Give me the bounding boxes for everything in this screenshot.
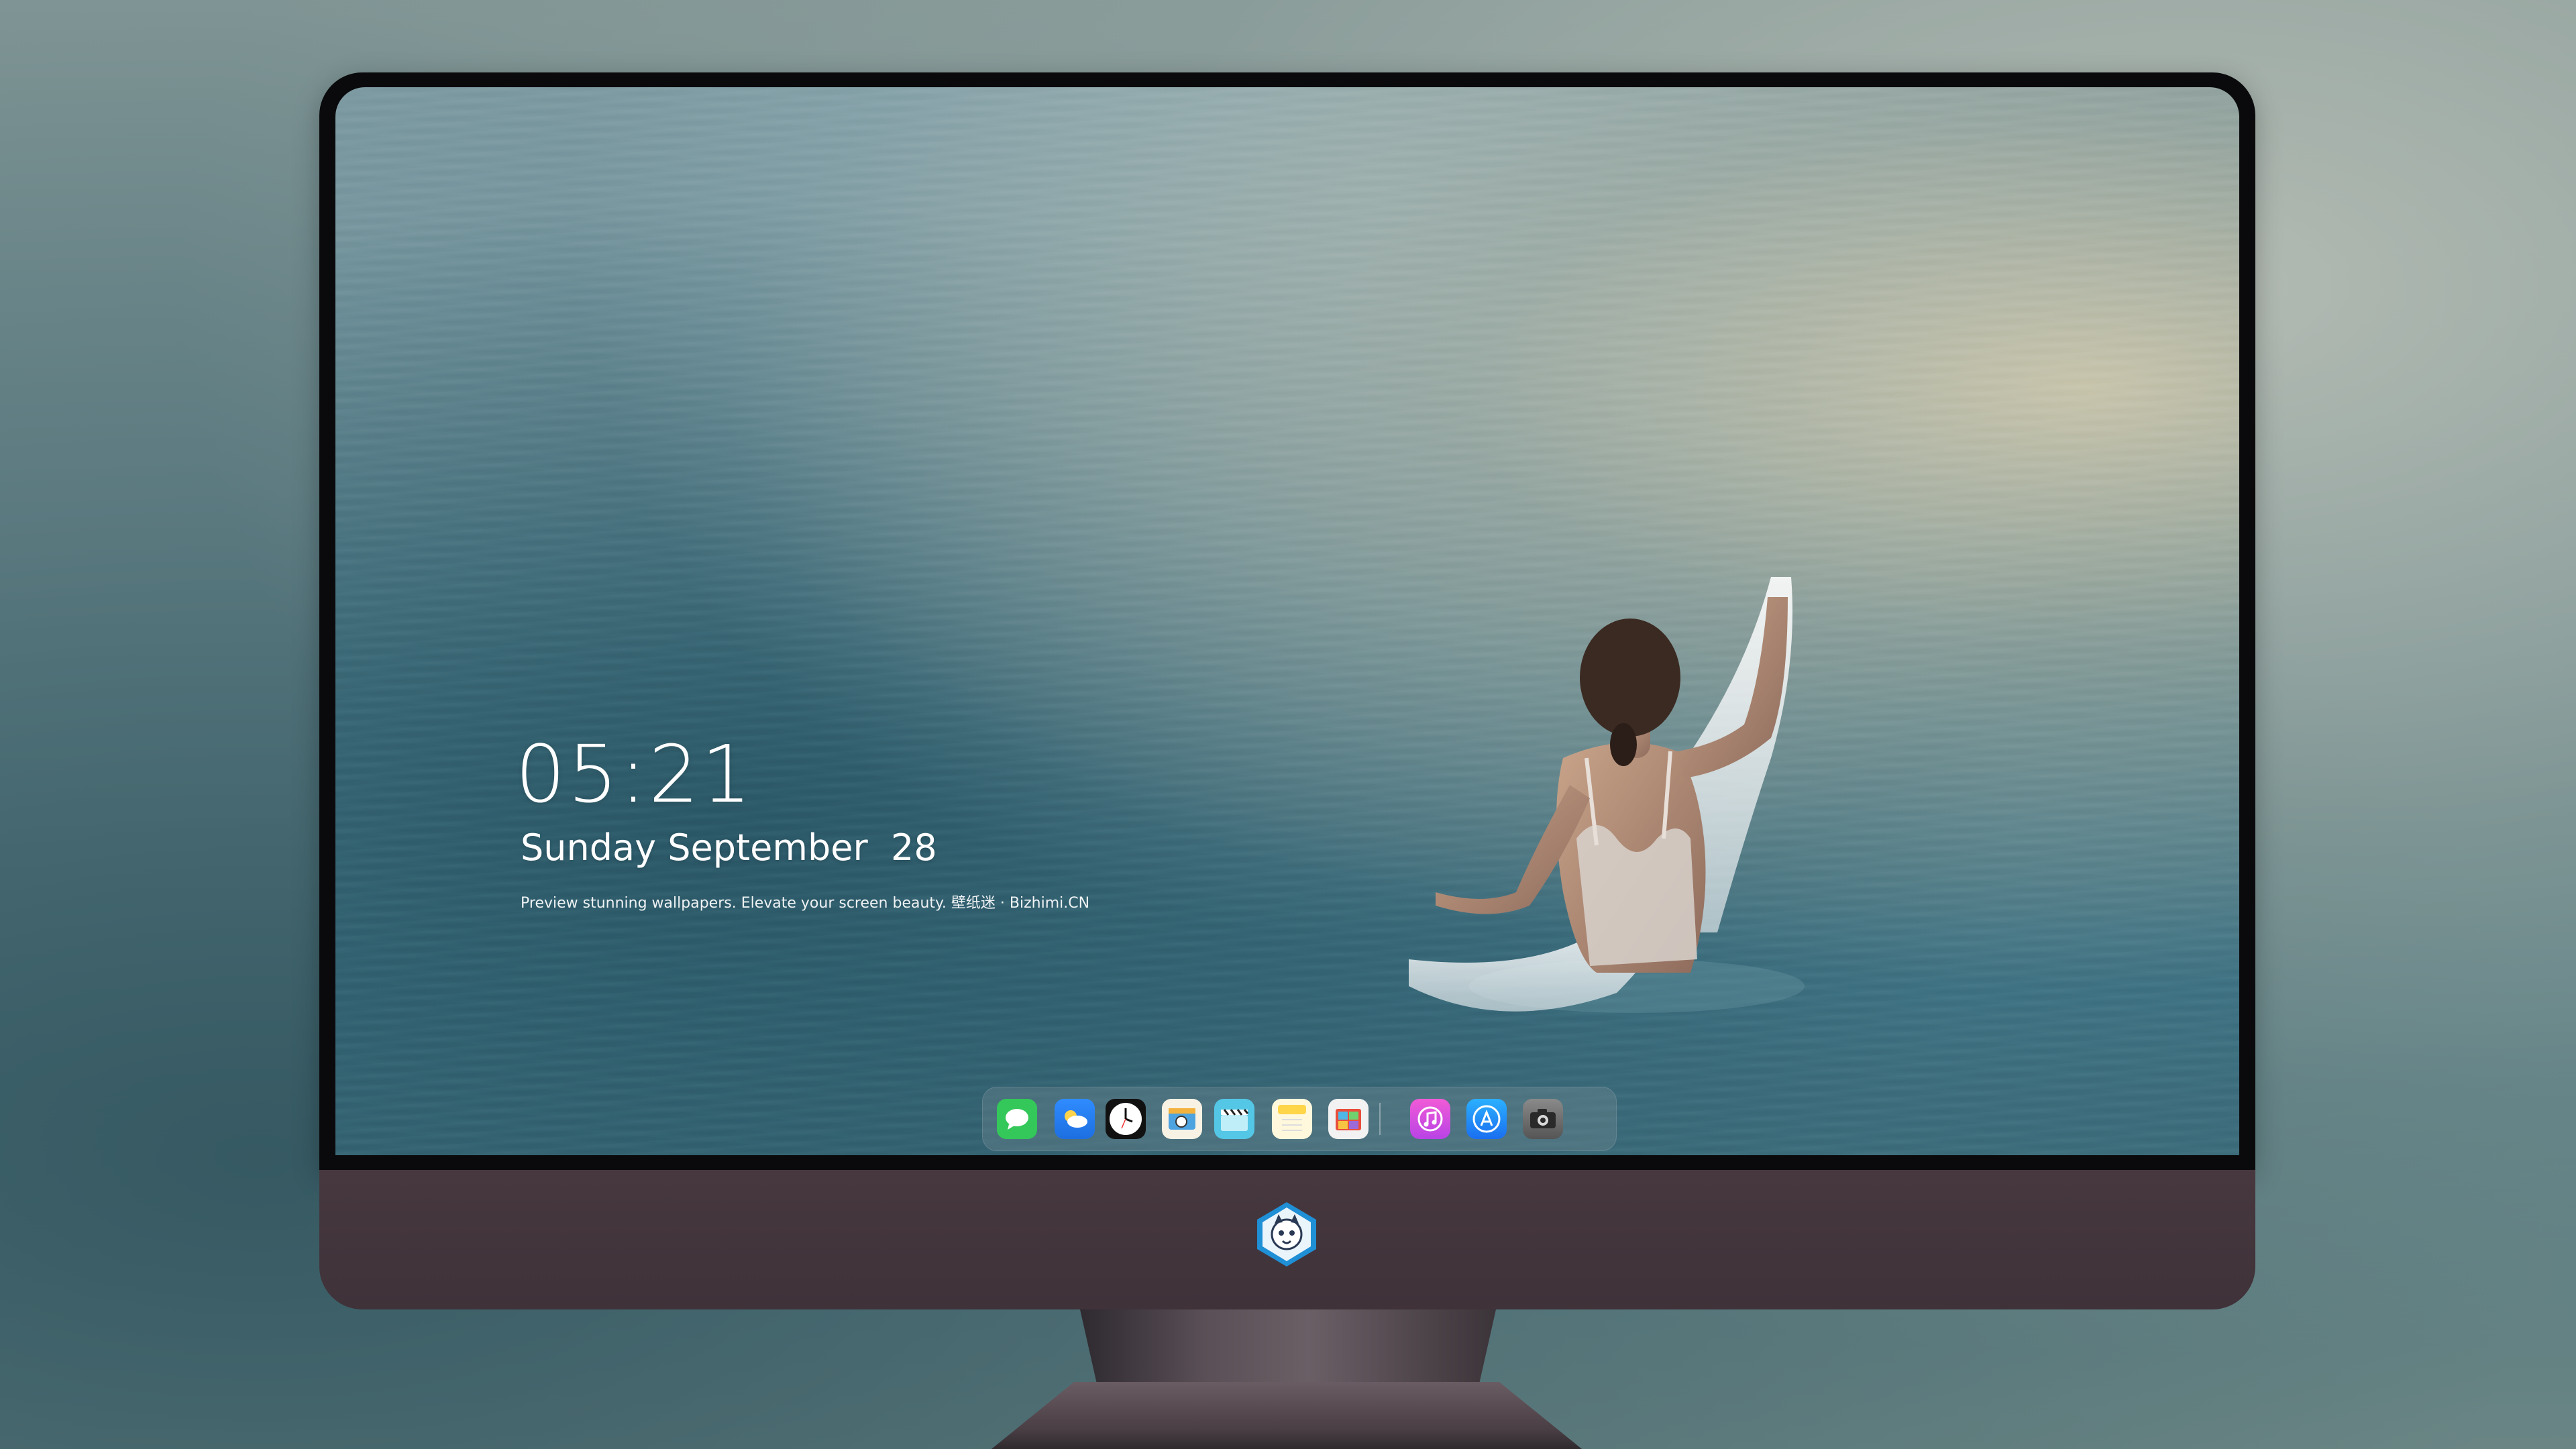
monitor: 05:21 Sunday September 28 Preview stunni… xyxy=(319,72,2255,1309)
lock-clock: 05:21 xyxy=(515,728,754,820)
lock-screen[interactable]: 05:21 Sunday September 28 Preview stunni… xyxy=(335,87,2239,1155)
mascot-logo-icon xyxy=(1257,1202,1316,1267)
wallpaper-figure xyxy=(1409,577,1805,1013)
water-texture xyxy=(335,87,2239,1155)
messages-icon[interactable] xyxy=(997,1099,1037,1139)
camera-icon[interactable] xyxy=(1523,1099,1563,1139)
monitor-stand-base xyxy=(991,1382,1582,1449)
clock-icon[interactable] xyxy=(1106,1099,1146,1139)
clapperboard-icon[interactable] xyxy=(1214,1099,1254,1139)
app-store-icon[interactable] xyxy=(1466,1099,1507,1139)
wallpaper-tagline: Preview stunning wallpapers. Elevate you… xyxy=(521,895,1090,912)
preview-icon[interactable] xyxy=(1162,1099,1202,1139)
lock-date: Sunday September 28 xyxy=(521,826,937,869)
photo-booth-icon[interactable] xyxy=(1328,1099,1368,1139)
weather-icon[interactable] xyxy=(1055,1099,1095,1139)
notes-icon[interactable] xyxy=(1272,1099,1312,1139)
music-note-icon[interactable] xyxy=(1410,1099,1450,1139)
monitor-stand-neck xyxy=(1080,1309,1496,1383)
monitor-bezel: 05:21 Sunday September 28 Preview stunni… xyxy=(319,72,2255,1170)
dock xyxy=(982,1087,1617,1151)
dock-separator xyxy=(1379,1103,1381,1135)
monitor-chin xyxy=(319,1170,2255,1309)
